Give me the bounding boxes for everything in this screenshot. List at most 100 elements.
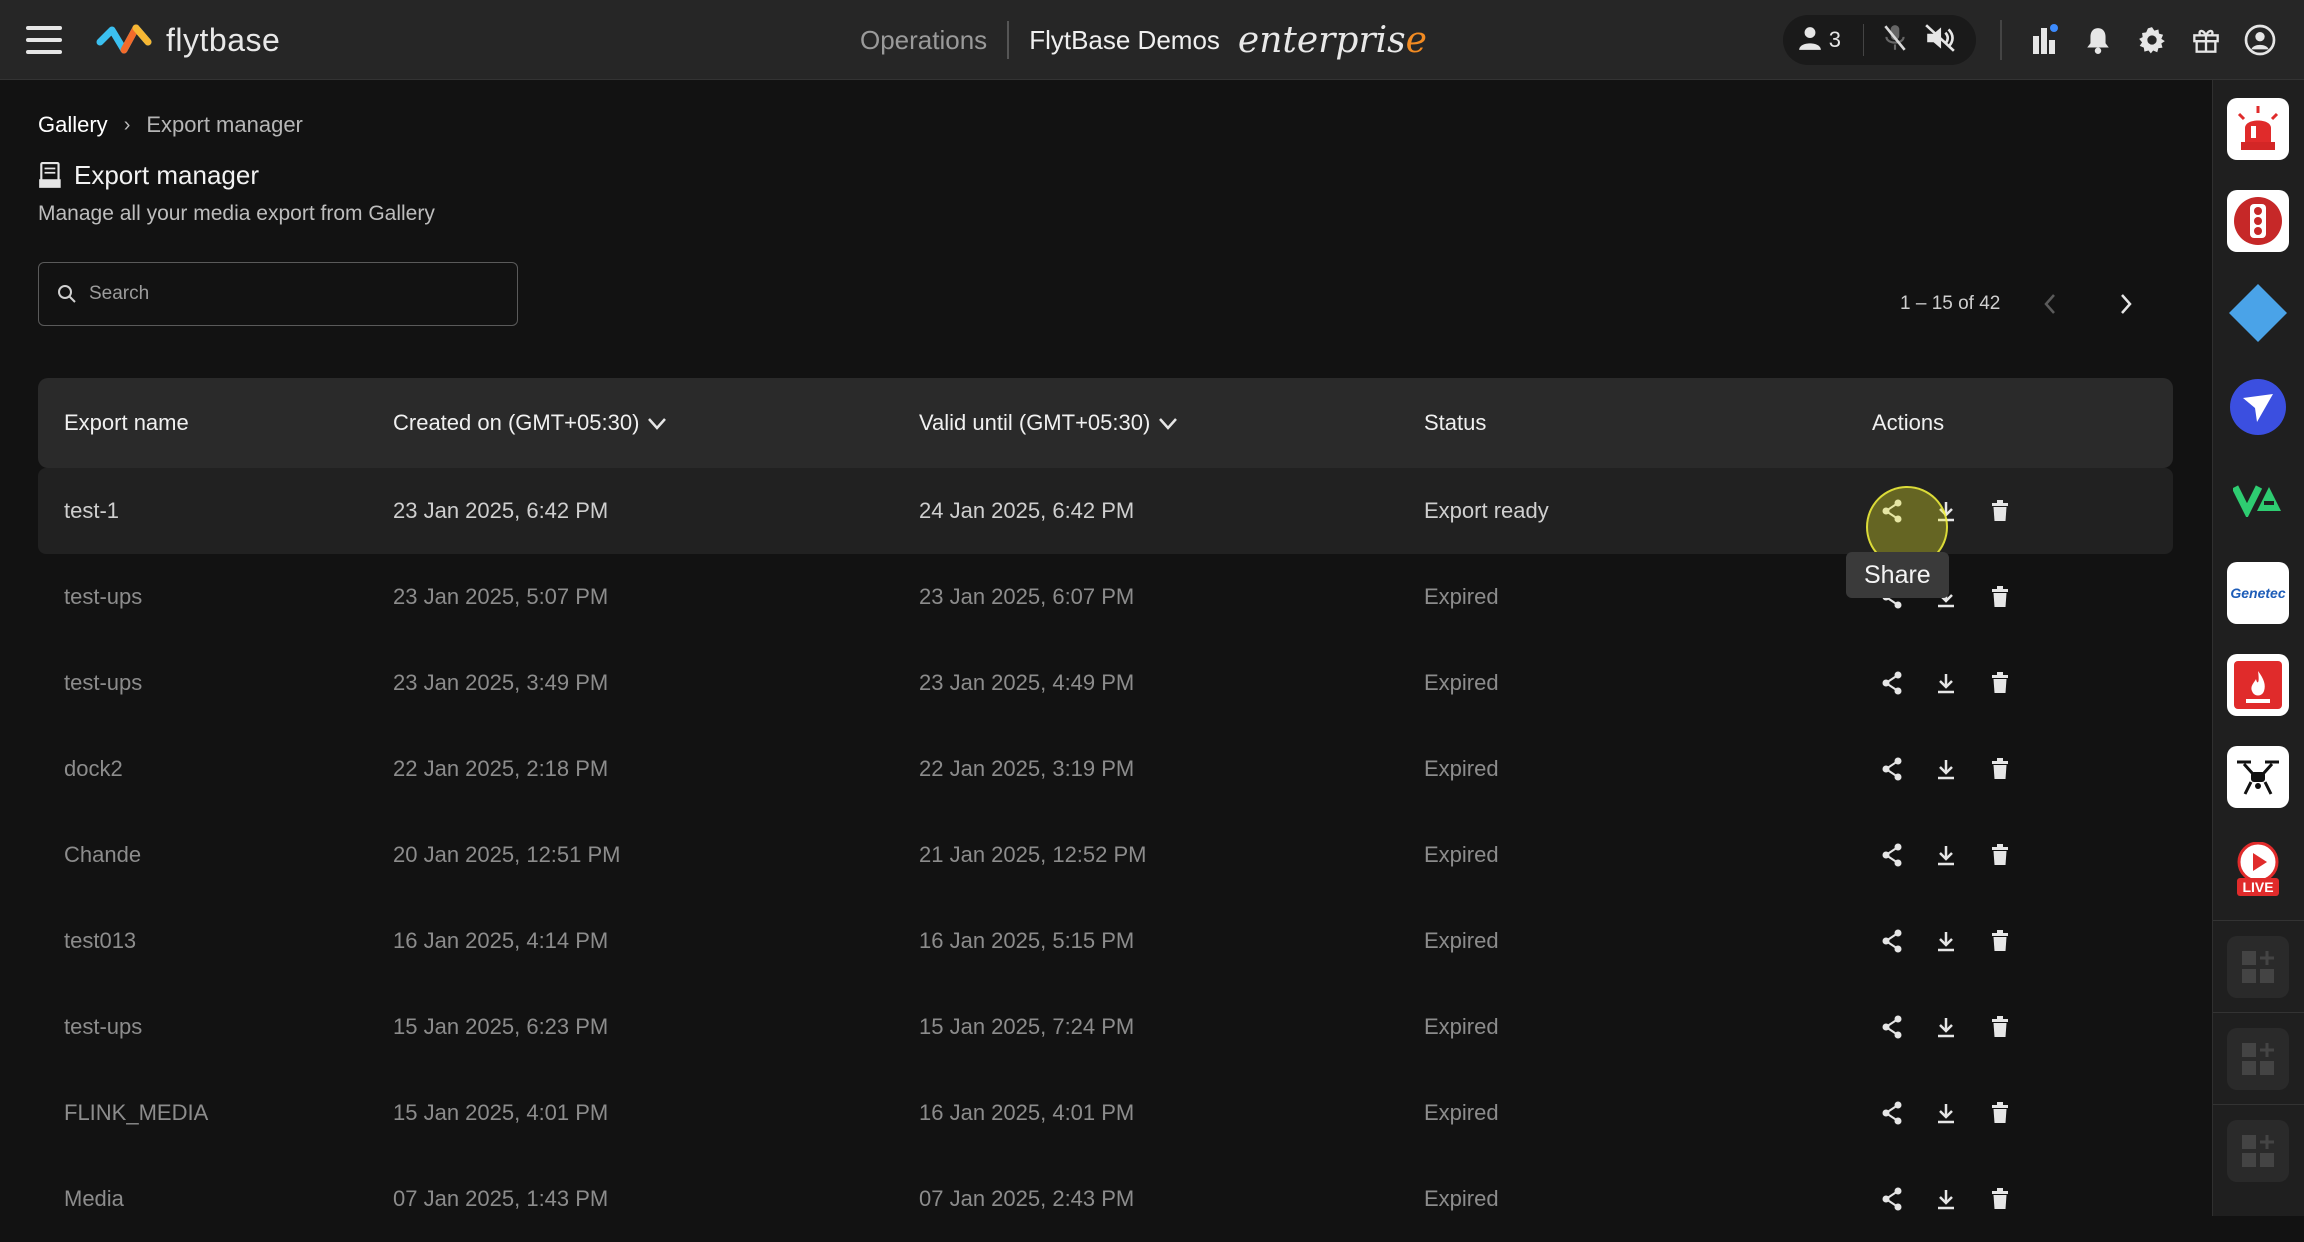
bell-icon[interactable] — [2078, 20, 2118, 60]
add-widget-icon[interactable] — [2227, 1120, 2289, 1182]
delete-icon[interactable] — [1980, 491, 2020, 531]
delete-icon[interactable] — [1980, 1179, 2020, 1219]
status-cell: Expired — [1424, 1186, 1499, 1211]
download-icon[interactable] — [1926, 835, 1966, 875]
table-row[interactable]: test013 16 Jan 2025, 4:14 PM 16 Jan 2025, … — [38, 898, 2173, 984]
download-icon[interactable] — [1926, 1179, 1966, 1219]
top-bar: flytbase Operations FlytBase Demos enter… — [0, 0, 2304, 80]
col-valid-label: Valid until (GMT+05:30) — [919, 410, 1151, 435]
download-icon[interactable] — [1926, 663, 1966, 703]
share-icon[interactable] — [1872, 663, 1912, 703]
participants-count: 3 — [1828, 27, 1841, 52]
title-divider — [1007, 21, 1010, 59]
delete-icon[interactable] — [1980, 1007, 2020, 1047]
bar-chart-icon[interactable] — [2024, 20, 2064, 60]
flytbase-logo[interactable]: flytbase — [96, 20, 280, 60]
row-actions — [1872, 1007, 2034, 1047]
va-logo-icon[interactable] — [2227, 468, 2289, 530]
status-cell: Expired — [1424, 670, 1499, 695]
download-icon[interactable] — [1926, 749, 1966, 789]
chevron-right-icon — [2121, 294, 2133, 314]
share-icon[interactable] — [1872, 491, 1912, 531]
share-icon[interactable] — [1872, 1007, 1912, 1047]
delete-icon[interactable] — [1980, 835, 2020, 875]
chevron-down-icon — [1159, 418, 1178, 431]
table-row[interactable]: FLINK_MEDIA 15 Jan 2025, 4:01 PM 16 Jan 20… — [38, 1070, 2173, 1156]
created-on-cell: 07 Jan 2025, 1:43 PM — [393, 1186, 609, 1211]
exports-table: Export name Created on (GMT+05:30) Valid… — [38, 378, 2173, 1242]
add-widget-icon[interactable] — [2227, 936, 2289, 998]
drone-icon[interactable] — [2227, 746, 2289, 808]
export-doc-icon — [39, 161, 61, 188]
share-tooltip: Share — [1846, 552, 1949, 598]
table-row[interactable]: test-ups 23 Jan 2025, 3:49 PM 23 Jan 2025,… — [38, 640, 2173, 726]
search-input[interactable] — [89, 283, 489, 305]
valid-until-cell: 16 Jan 2025, 4:01 PM — [919, 1100, 1135, 1125]
genetec-icon[interactable]: Genetec — [2227, 562, 2289, 624]
valid-until-cell: 07 Jan 2025, 2:43 PM — [919, 1186, 1135, 1211]
gift-icon[interactable] — [2186, 20, 2226, 60]
chevron-down-icon — [648, 418, 667, 431]
delete-icon[interactable] — [1980, 1093, 2020, 1133]
created-on-cell: 20 Jan 2025, 12:51 PM — [393, 842, 621, 867]
export-name-cell: test-ups — [64, 584, 143, 609]
menu-icon[interactable] — [26, 26, 62, 54]
row-actions — [1872, 921, 2034, 961]
edition-accent: e — [1405, 19, 1427, 61]
share-icon[interactable] — [1872, 921, 1912, 961]
diamond-icon[interactable] — [2227, 282, 2289, 344]
valid-until-cell: 23 Jan 2025, 4:49 PM — [919, 670, 1135, 695]
share-icon[interactable] — [1872, 835, 1912, 875]
user-icon[interactable] — [1797, 25, 1823, 56]
table-row[interactable]: Media 07 Jan 2025, 1:43 PM 07 Jan 2025, 2:… — [38, 1156, 2173, 1242]
row-actions — [1872, 1179, 2034, 1219]
traffic-light-icon[interactable] — [2227, 190, 2289, 252]
siren-icon[interactable] — [2227, 98, 2289, 160]
download-icon[interactable] — [1926, 491, 1966, 531]
delete-icon[interactable] — [1980, 921, 2020, 961]
download-icon[interactable] — [1926, 1007, 1966, 1047]
table-row[interactable]: test-1 23 Jan 2025, 6:42 PM 24 Jan 2025, 6… — [38, 468, 2173, 554]
col-valid-until[interactable]: Valid until (GMT+05:30) — [919, 410, 1178, 436]
fire-alarm-icon[interactable] — [2227, 654, 2289, 716]
export-name-cell: test-ups — [64, 670, 143, 695]
gear-icon[interactable] — [2132, 20, 2172, 60]
operations-link[interactable]: Operations — [860, 25, 987, 56]
col-status: Status — [1424, 410, 1487, 435]
status-cell: Expired — [1424, 584, 1499, 609]
share-icon[interactable] — [1872, 1093, 1912, 1133]
valid-until-cell: 15 Jan 2025, 7:24 PM — [919, 1014, 1135, 1039]
call-controls: 3 — [1782, 15, 1976, 65]
share-icon[interactable] — [1872, 749, 1912, 789]
send-icon[interactable] — [2227, 376, 2289, 438]
table-row[interactable]: dock2 22 Jan 2025, 2:18 PM 22 Jan 2025, 3:… — [38, 726, 2173, 812]
search-box[interactable] — [38, 262, 518, 326]
delete-icon[interactable] — [1980, 663, 2020, 703]
delete-icon[interactable] — [1980, 577, 2020, 617]
download-icon[interactable] — [1926, 1093, 1966, 1133]
table-row[interactable]: test-ups 15 Jan 2025, 6:23 PM 15 Jan 2025,… — [38, 984, 2173, 1070]
account-icon[interactable] — [2240, 20, 2280, 60]
pagination-range: 1 – 15 of 42 — [1900, 293, 2001, 314]
live-label: LIVE — [2237, 878, 2279, 896]
download-icon[interactable] — [1926, 921, 1966, 961]
speaker-off-icon[interactable] — [1924, 23, 1956, 58]
col-created-on[interactable]: Created on (GMT+05:30) — [393, 410, 667, 436]
add-widget-icon[interactable] — [2227, 1028, 2289, 1090]
row-actions — [1872, 1093, 2034, 1133]
status-cell: Expired — [1424, 1100, 1499, 1125]
next-page-button[interactable] — [2106, 284, 2146, 324]
live-icon[interactable]: LIVE — [2227, 838, 2289, 900]
breadcrumb-gallery[interactable]: Gallery — [38, 112, 108, 138]
prev-page-button[interactable] — [2030, 284, 2070, 324]
mic-off-icon[interactable] — [1882, 23, 1908, 58]
export-name-cell: FLINK_MEDIA — [64, 1100, 209, 1125]
delete-icon[interactable] — [1980, 749, 2020, 789]
valid-until-cell: 21 Jan 2025, 12:52 PM — [919, 842, 1147, 867]
share-icon[interactable] — [1872, 1179, 1912, 1219]
export-name-cell: test-ups — [64, 1014, 143, 1039]
flytbase-logo-mark — [96, 24, 152, 54]
pagination: 1 – 15 of 42 — [1900, 284, 2146, 324]
page-title-text: Export manager — [74, 160, 259, 190]
table-row[interactable]: Chande 20 Jan 2025, 12:51 PM 21 Jan 2025, … — [38, 812, 2173, 898]
